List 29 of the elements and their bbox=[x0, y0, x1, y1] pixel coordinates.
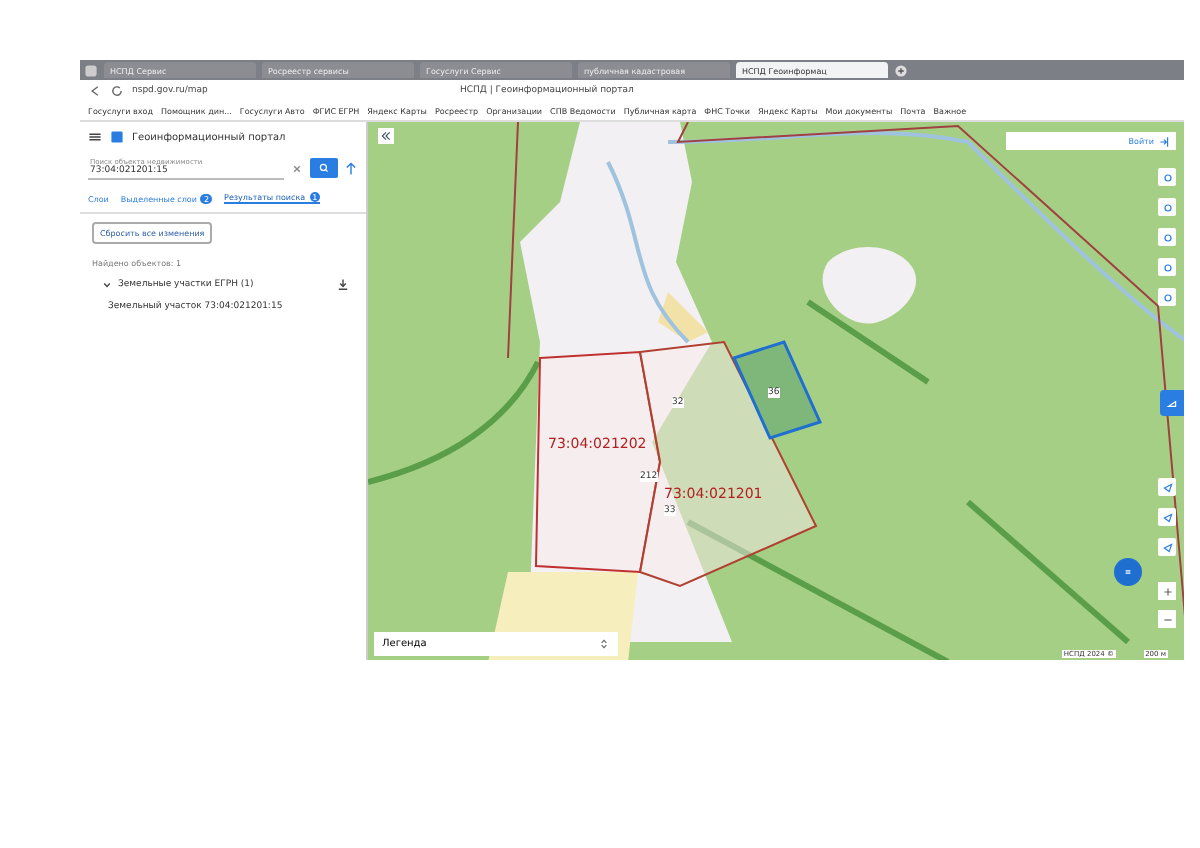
search-button[interactable] bbox=[310, 158, 338, 178]
minus-icon bbox=[1161, 613, 1173, 625]
caret-icon[interactable] bbox=[100, 278, 114, 292]
measure-button[interactable] bbox=[1160, 390, 1184, 416]
map-tool-button[interactable] bbox=[1158, 258, 1176, 276]
map-tool-button[interactable] bbox=[1158, 288, 1176, 306]
map-tool-button[interactable] bbox=[1158, 508, 1176, 526]
map-tool-button[interactable] bbox=[1158, 538, 1176, 556]
ruler-icon bbox=[1166, 397, 1178, 409]
zoom-out-button[interactable] bbox=[1158, 610, 1176, 628]
back-icon[interactable] bbox=[88, 83, 102, 97]
zoom-in-button[interactable] bbox=[1158, 582, 1176, 600]
search-icon bbox=[318, 162, 330, 174]
menu-icon[interactable] bbox=[88, 130, 102, 144]
map-tool-button[interactable] bbox=[1158, 168, 1176, 186]
double-chevron-icon bbox=[380, 130, 392, 142]
map-tool-button[interactable] bbox=[1158, 228, 1176, 246]
reload-icon[interactable] bbox=[110, 83, 124, 97]
collapse-button[interactable] bbox=[378, 128, 394, 144]
map-tool-button[interactable] bbox=[1158, 198, 1176, 216]
logo-icon bbox=[110, 130, 124, 144]
location-icon bbox=[1161, 481, 1173, 493]
clear-icon[interactable] bbox=[290, 161, 304, 175]
plus-icon bbox=[1161, 585, 1173, 597]
new-tab-icon[interactable] bbox=[894, 63, 908, 77]
login-icon bbox=[1158, 135, 1170, 147]
map-tool-button[interactable] bbox=[1158, 478, 1176, 496]
up-down-icon bbox=[598, 638, 610, 650]
download-icon[interactable] bbox=[336, 278, 350, 292]
